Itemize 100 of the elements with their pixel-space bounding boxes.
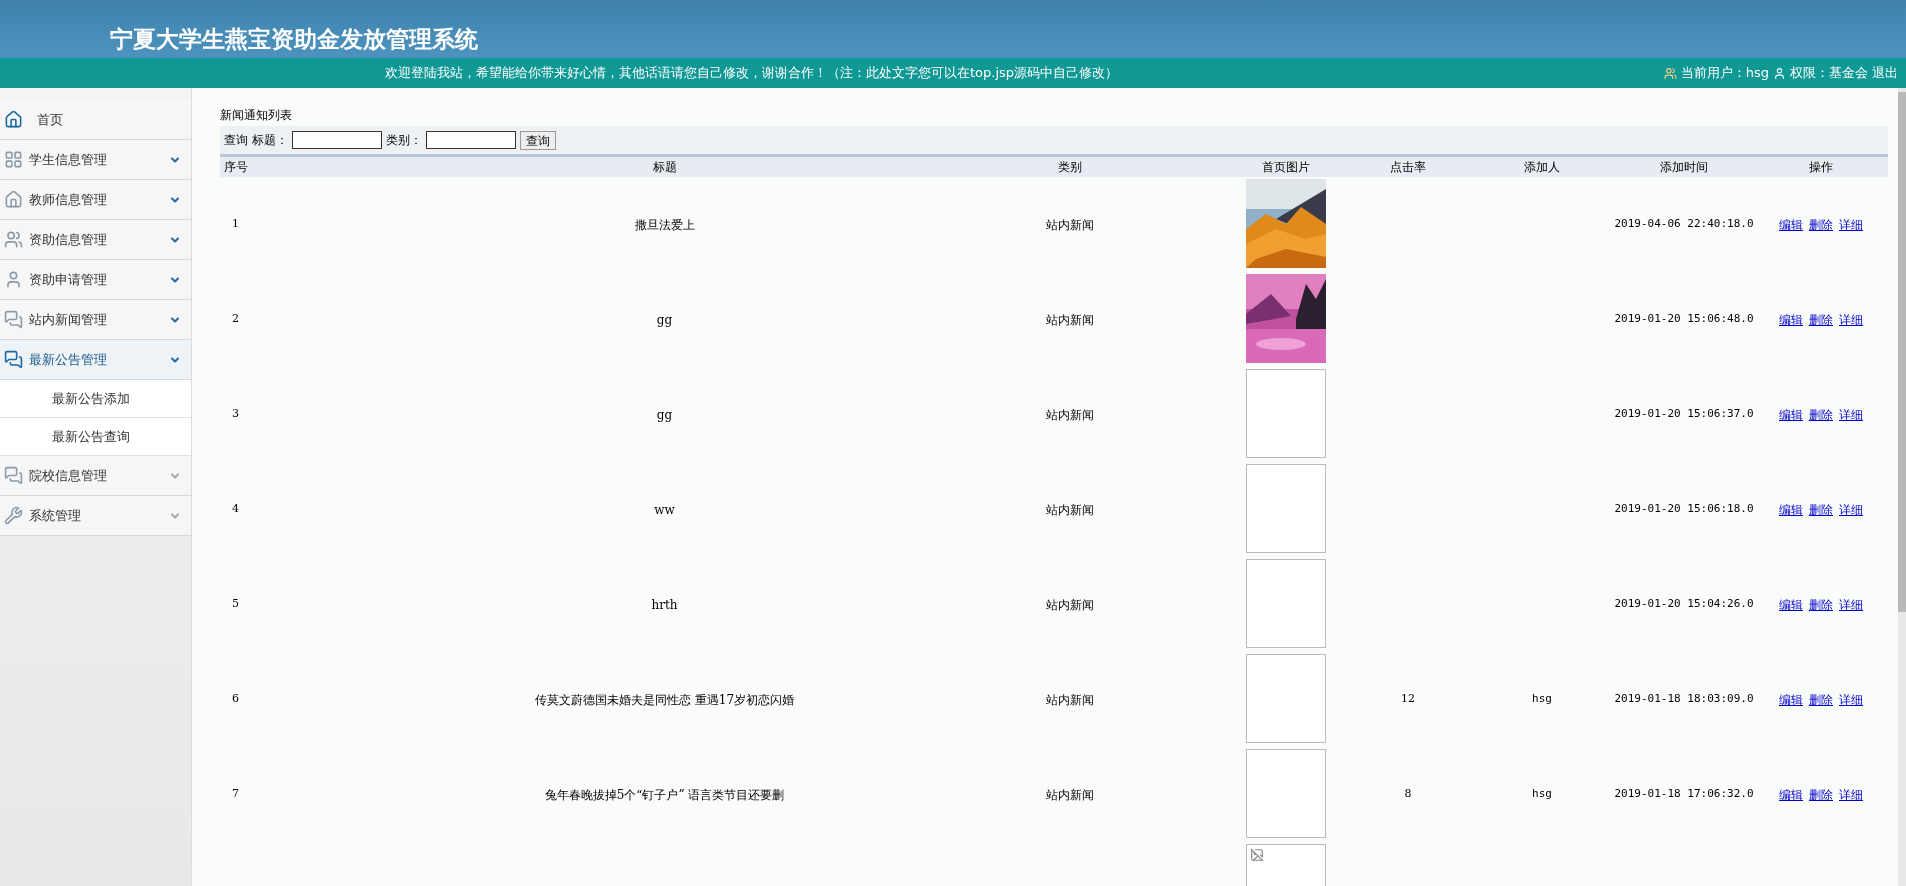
page-title: 新闻通知列表 [220,107,293,124]
sidebar-item[interactable]: 资助信息管理 [0,220,191,260]
table-cell-text: hrth [650,596,679,614]
table-cell: 2019-04-06 22:40:18.0 [1614,216,1754,233]
action-link[interactable]: 详细 [1839,690,1863,709]
home-icon [4,110,23,129]
table-cell-text: hsg [1531,786,1553,803]
menu-label: 站内新闻管理 [29,310,107,329]
action-link[interactable]: 删除 [1809,215,1833,234]
submenu-item[interactable]: 最新公告查询 [0,418,191,456]
table-cell: 2019-01-18 17:06:32.0 [1614,786,1754,803]
table-cell-text: 1 [231,216,240,233]
action-link[interactable]: 详细 [1839,500,1863,519]
action-link[interactable]: 编辑 [1779,405,1803,424]
table-cell-text: 站内新闻 [1044,311,1095,329]
action-link[interactable]: 编辑 [1779,690,1803,709]
table-cell-text: 传莫文蔚德国未婚夫是同性恋 重遇17岁初恋闪婚 [533,691,796,709]
sidebar-item[interactable]: 教师信息管理 [0,180,191,220]
chat-icon [4,310,23,329]
action-link[interactable]: 删除 [1809,785,1833,804]
grid-icon [4,150,23,169]
action-link[interactable]: 详细 [1839,595,1863,614]
menu-label: 资助信息管理 [29,230,107,249]
field-label: 标题： [252,132,288,149]
action-link[interactable]: 详细 [1839,215,1863,234]
action-link[interactable]: 删除 [1809,310,1833,329]
menu-label: 学生信息管理 [29,150,107,169]
sidebar-item[interactable]: 系统管理 [0,496,191,536]
menu-label: 系统管理 [29,506,81,525]
table-cell: 2019-01-20 15:04:26.0 [1614,596,1754,613]
sidebar-item[interactable]: 最新公告管理 [0,340,191,380]
table-cell-text: 12 [1400,691,1416,708]
table-cell-text: gg [655,311,674,329]
action-link[interactable]: 删除 [1809,500,1833,519]
search-field[interactable] [292,131,382,149]
table-cell-text: 撒旦法爱上 [633,216,696,234]
table-cell-text: 站内新闻 [1044,216,1095,234]
action-link[interactable]: 编辑 [1779,785,1803,804]
menu-label: 最新公告管理 [29,350,107,369]
column-header: 标题 [651,159,678,176]
table-cell: 2019-01-18 18:03:09.0 [1614,691,1754,708]
table-cell-text: 5 [231,596,240,613]
chat-icon [4,466,23,485]
table-cell-text: 3 [231,406,240,423]
users-icon [4,230,23,249]
action-link[interactable]: 删除 [1809,405,1833,424]
table-cell-text: hsg [1531,691,1553,708]
column-header: 首页图片 [1261,159,1311,176]
menu-label: 首页 [37,110,63,129]
submenu-item[interactable]: 最新公告添加 [0,380,191,418]
role-icon [1773,66,1786,80]
logout-link[interactable]: 退出 [1872,63,1898,83]
table-cell-text: 站内新闻 [1044,501,1095,519]
sidebar-item[interactable]: 站内新闻管理 [0,300,191,340]
field-label: 类别： [386,132,422,149]
broken-image-icon [1250,848,1264,862]
sidebar-item[interactable]: 院校信息管理 [0,456,191,496]
action-link[interactable]: 详细 [1839,405,1863,424]
table-cell-text: 6 [231,691,240,708]
current-user: 当前用户：hsg [1680,64,1769,83]
table-cell-text: 站内新闻 [1044,786,1095,804]
system-title: 宁夏大学生燕宝资助金发放管理系统 [110,23,478,54]
action-link[interactable]: 删除 [1809,690,1833,709]
menu-label: 院校信息管理 [29,466,107,485]
table-cell: 2019-01-20 15:06:18.0 [1614,501,1754,518]
column-header: 点击率 [1389,159,1427,176]
action-link[interactable]: 编辑 [1779,595,1803,614]
table-cell-text: 兔年春晚拔掉5个“钉子户” 语言类节目还要删 [543,786,786,804]
action-link[interactable]: 详细 [1839,785,1863,804]
table-cell-text: 7 [231,786,240,803]
table-cell-text: 4 [231,501,240,518]
table-cell: 2019-01-20 15:06:37.0 [1614,406,1754,423]
table-cell-text: 2 [231,311,240,328]
column-header: 添加人 [1523,159,1561,176]
action-link[interactable]: 编辑 [1779,310,1803,329]
home-icon [4,190,23,209]
column-header: 添加时间 [1659,159,1709,176]
search-button[interactable]: 查询 [520,130,556,150]
table-cell-text: 站内新闻 [1044,406,1095,424]
table-cell-text: gg [655,406,674,424]
wrench-icon [4,506,23,525]
action-link[interactable]: 编辑 [1779,500,1803,519]
table-cell: 2019-01-20 15:06:48.0 [1614,311,1754,328]
table-cell-text: 站内新闻 [1044,596,1095,614]
action-link[interactable]: 删除 [1809,595,1833,614]
user-icon [1663,66,1677,80]
menu-label: 教师信息管理 [29,190,107,209]
action-link[interactable]: 详细 [1839,310,1863,329]
menu-label: 资助申请管理 [29,270,107,289]
search-field[interactable] [426,131,516,149]
sidebar-item[interactable]: 资助申请管理 [0,260,191,300]
table-cell-text: ww [653,501,676,519]
role-label: 权限：基金会 [1790,64,1868,83]
chat-icon [4,350,23,369]
person-icon [4,270,23,289]
welcome-message: 欢迎登陆我站，希望能给你带来好心情，其他话语请您自己修改，谢谢合作！（注：此处文字您可以在top.jsp源码中自己修改） [385,64,1119,83]
column-header: 类别 [1056,159,1083,176]
search-label: 查询 [224,132,248,149]
action-link[interactable]: 编辑 [1779,215,1803,234]
table-cell-text: 站内新闻 [1044,691,1095,709]
